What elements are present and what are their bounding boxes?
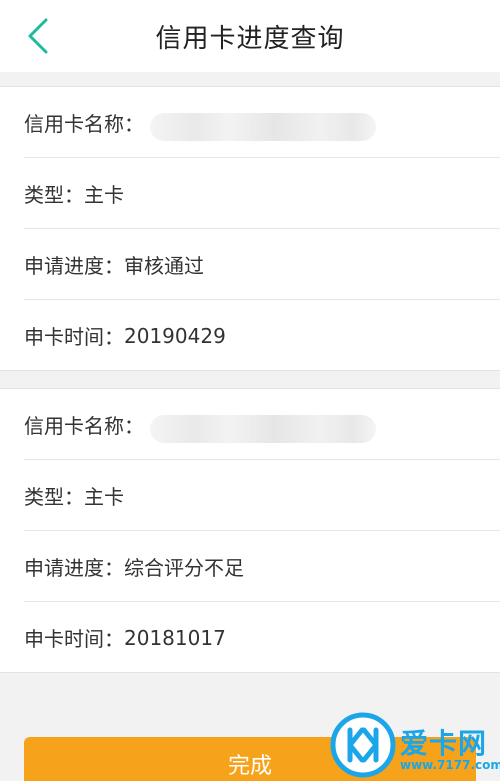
card-type-value: 主卡 bbox=[84, 484, 124, 509]
card-name-redacted bbox=[150, 113, 376, 141]
apply-time-row: 申卡时间： 20181017 bbox=[24, 602, 500, 673]
progress-row: 申请进度： 综合评分不足 bbox=[24, 531, 500, 602]
watermark-brand: 爱卡网 bbox=[400, 727, 488, 760]
card-name-redacted bbox=[150, 415, 376, 443]
progress-row: 申请进度： 审核通过 bbox=[24, 229, 500, 300]
progress-value: 综合评分不足 bbox=[124, 555, 244, 580]
progress-label: 申请进度： bbox=[24, 253, 124, 278]
apply-time-label: 申卡时间： bbox=[24, 325, 124, 349]
card-type-label: 类型： bbox=[24, 484, 84, 509]
card-type-row: 类型： 主卡 bbox=[24, 158, 500, 229]
apply-time-value: 20190429 bbox=[124, 323, 226, 348]
progress-value: 审核通过 bbox=[124, 253, 204, 278]
application-card: 信用卡名称： 类型： 主卡 申请进度： 综合评分不足 申卡时间： 2018101… bbox=[0, 388, 500, 673]
apply-time-row: 申卡时间： 20190429 bbox=[24, 300, 500, 371]
card-name-label: 信用卡名称： bbox=[24, 111, 144, 136]
card-type-label: 类型： bbox=[24, 182, 84, 207]
watermark: 爱卡网 www.7177.com bbox=[330, 712, 500, 781]
card-type-value: 主卡 bbox=[84, 182, 124, 207]
progress-label: 申请进度： bbox=[24, 555, 124, 580]
card-type-row: 类型： 主卡 bbox=[24, 460, 500, 531]
watermark-url: www.7177.com bbox=[400, 758, 500, 772]
card-name-label: 信用卡名称： bbox=[24, 413, 144, 438]
apply-time-value: 20181017 bbox=[124, 625, 226, 650]
apply-time-label: 申卡时间： bbox=[24, 627, 124, 651]
application-card: 信用卡名称： 类型： 主卡 申请进度： 审核通过 申卡时间： 20190429 bbox=[0, 86, 500, 371]
top-bar: 信用卡进度查询 bbox=[0, 0, 500, 72]
watermark-logo-icon bbox=[330, 712, 396, 778]
page-title: 信用卡进度查询 bbox=[155, 24, 345, 54]
